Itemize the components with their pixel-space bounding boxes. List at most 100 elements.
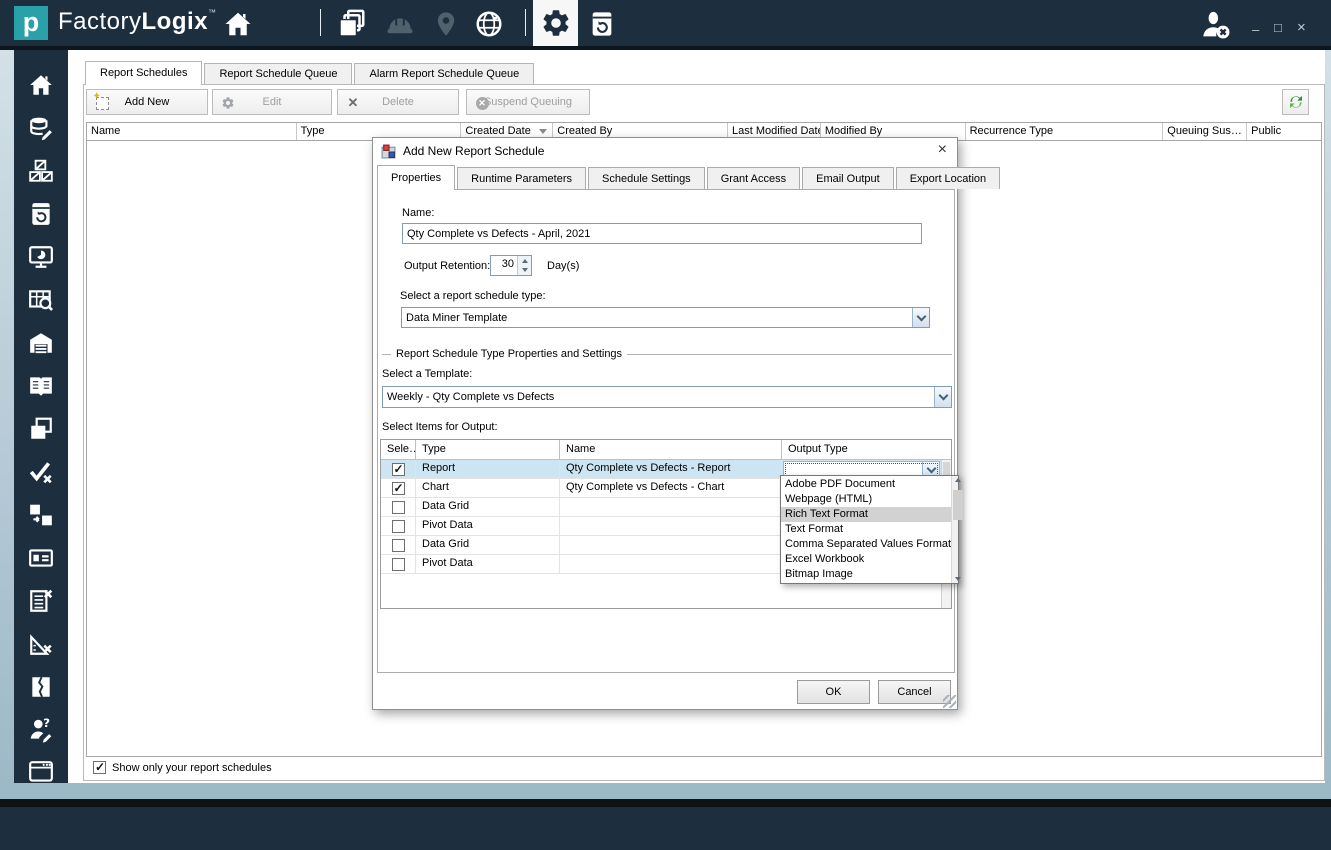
suspend-queuing-button[interactable]: ✕ Suspend Queuing [466,89,590,115]
dialog-tab-email-output[interactable]: Email Output [802,167,894,189]
row-checkbox[interactable] [392,520,405,533]
schedule-type-value: Data Miner Template [402,312,912,324]
sidebar-item-backup-book[interactable] [28,201,54,227]
row-checkbox[interactable] [392,482,405,495]
home-icon[interactable] [222,8,254,40]
template-label: Select a Template: [382,368,472,380]
row-checkbox[interactable] [392,501,405,514]
dialog-tab-strip: Properties Runtime Parameters Schedule S… [377,164,1002,189]
chevron-down-icon[interactable] [934,387,951,407]
scrollbar-thumb[interactable] [953,490,963,520]
column-header-queuing-suspended[interactable]: Queuing Sus… [1163,123,1247,140]
output-retention-stepper[interactable]: 30 [490,255,532,276]
location-pin-icon[interactable] [430,8,462,40]
dialog-tab-schedule-settings[interactable]: Schedule Settings [588,167,705,189]
group-title: Report Schedule Type Properties and Sett… [391,348,627,360]
settings-gear-icon[interactable] [533,0,578,46]
tab-report-schedule-queue[interactable]: Report Schedule Queue [204,63,352,84]
hardhat-icon[interactable] [384,8,416,40]
output-retention-unit: Day(s) [547,260,579,272]
items-col-output-type: Output Type [782,440,941,459]
delete-x-icon: ✕ [345,95,361,111]
sidebar-item-home[interactable] [28,72,54,98]
sidebar-item-dashboard-monitor[interactable] [28,244,54,270]
option-rich-text-format[interactable]: Rich Text Format [781,507,951,522]
name-input[interactable]: Qty Complete vs Defects - April, 2021 [402,223,922,244]
sidebar-item-data-grid-search[interactable] [28,287,54,313]
sidebar-item-quality-check[interactable] [28,459,54,485]
close-button[interactable]: × [1297,22,1306,34]
properties-tab-page: Name: Qty Complete vs Defects - April, 2… [377,189,955,673]
schedule-type-combobox[interactable]: Data Miner Template [401,307,930,328]
dialog-title: Add New Report Schedule [403,144,544,158]
template-combobox[interactable]: Weekly - Qty Complete vs Defects [382,386,952,408]
dialog-titlebar[interactable]: Add New Report Schedule × [373,138,957,164]
sidebar-item-checklist-remove[interactable] [28,588,54,614]
restore-button[interactable]: □ [1274,22,1282,34]
dialog-tab-export-location[interactable]: Export Location [896,167,1000,189]
stepper-down-icon[interactable] [518,266,531,276]
ok-button[interactable]: OK [797,680,870,704]
sidebar-item-materials-boxes[interactable] [28,158,54,184]
items-col-selected: Sele… [381,440,416,459]
scroll-down-icon[interactable] [955,577,961,581]
sidebar-item-ruler-remove[interactable] [28,631,54,657]
sidebar-item-id-card[interactable] [28,545,54,571]
option-bitmap-image[interactable]: Bitmap Image [781,567,951,582]
column-header-recurrence-type[interactable]: Recurrence Type [966,123,1164,140]
minimize-button[interactable]: – [1252,24,1259,36]
dialog-resize-grip[interactable] [943,695,956,708]
items-col-name: Name [560,440,782,459]
option-excel-workbook[interactable]: Excel Workbook [781,552,951,567]
edit-button[interactable]: Edit [212,89,332,115]
brand-title: FactoryLogix™ [58,8,217,36]
tab-report-schedules[interactable]: Report Schedules [85,61,202,85]
globe-icon[interactable] [473,8,505,40]
sidebar-item-torn-page[interactable] [28,674,54,700]
sidebar-item-transfer-boxes[interactable] [28,502,54,528]
svg-text:?: ? [43,717,50,730]
suspend-icon: ✕ [474,95,490,111]
dialog-tab-runtime-parameters[interactable]: Runtime Parameters [457,167,586,189]
dialog-close-icon[interactable]: × [938,141,947,159]
show-only-row: Show only your report schedules [93,761,272,774]
scroll-up-icon[interactable] [955,478,961,482]
dialog-tab-grant-access[interactable]: Grant Access [707,167,800,189]
option-csv-format[interactable]: Comma Separated Values Format [781,537,951,552]
schedule-type-label: Select a report schedule type: [400,290,546,302]
dialog-tab-properties[interactable]: Properties [377,165,455,190]
edit-gear-icon [220,95,236,111]
row-checkbox[interactable] [392,539,405,552]
window-frame-left [0,50,14,783]
option-webpage-html[interactable]: Webpage (HTML) [781,492,951,507]
output-retention-label: Output Retention: [404,260,490,272]
add-new-label: Add New [125,96,170,108]
option-text-format[interactable]: Text Format [781,522,951,537]
column-header-public[interactable]: Public [1247,123,1321,140]
edit-label: Edit [263,96,282,108]
sidebar-item-warehouse[interactable] [28,330,54,356]
delete-button[interactable]: ✕ Delete [337,89,459,115]
database-restore-icon[interactable] [586,8,618,40]
sidebar-item-browser-window[interactable] [28,760,54,783]
copies-icon[interactable] [336,8,368,40]
refresh-button[interactable] [1282,89,1309,115]
tab-alarm-report-schedule-queue[interactable]: Alarm Report Schedule Queue [354,63,534,84]
row-checkbox[interactable] [392,463,405,476]
chevron-down-icon[interactable] [912,308,929,327]
app-logo: p [14,6,48,40]
sidebar-item-user-question[interactable]: ? [28,717,54,743]
cancel-button[interactable]: Cancel [878,680,951,704]
row-checkbox[interactable] [392,558,405,571]
user-logout-icon[interactable] [1200,9,1232,41]
sidebar-item-database-edit[interactable] [28,115,54,141]
stepper-up-icon[interactable] [518,256,531,266]
items-col-type: Type [416,440,560,459]
dropdown-scrollbar[interactable] [951,476,958,583]
sidebar-item-pages-copy[interactable] [28,416,54,442]
sidebar-item-documentation-book[interactable] [28,373,54,399]
option-adobe-pdf[interactable]: Adobe PDF Document [781,477,951,492]
show-only-checkbox[interactable] [93,761,106,774]
column-header-name[interactable]: Name [87,123,297,140]
add-new-button[interactable]: Add New [86,89,208,115]
